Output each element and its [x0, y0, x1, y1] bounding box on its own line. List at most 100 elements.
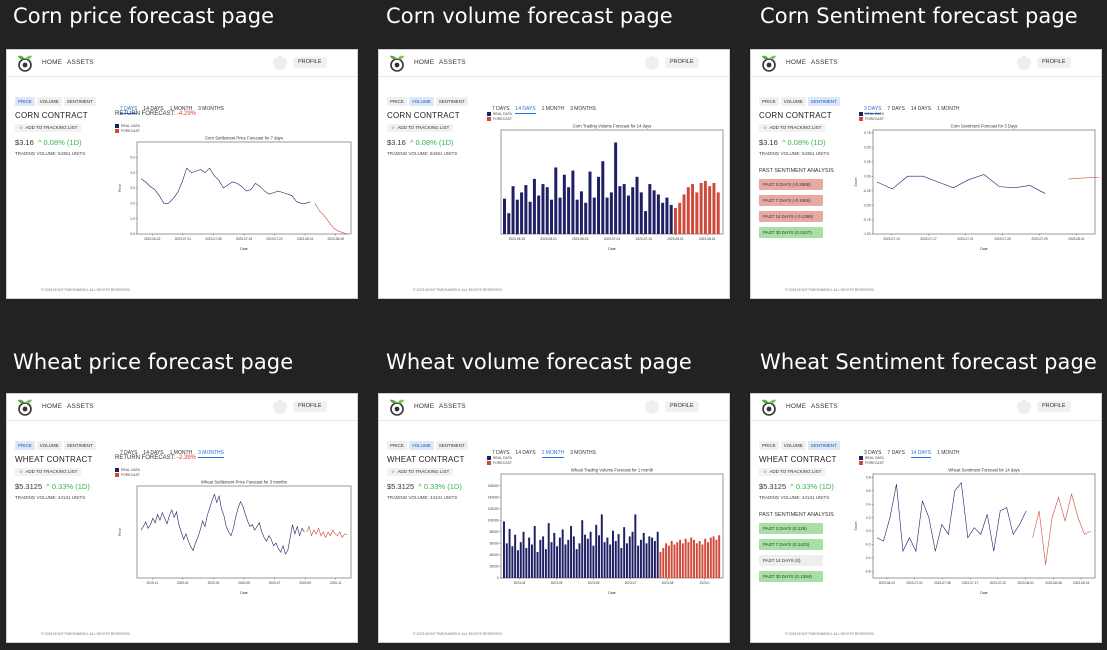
bar-real: [614, 541, 617, 578]
tab-sentiment[interactable]: SENTIMENT: [63, 97, 96, 106]
tab-volume[interactable]: VOLUME: [36, 97, 62, 106]
tab-price[interactable]: PRICE: [387, 97, 407, 106]
tab-sentiment[interactable]: SENTIMENT: [63, 441, 96, 450]
period-tabs: 7 DAYS 14 DAYS 1 MONTH 3 MONTHS: [120, 97, 230, 114]
x-tick-label: 2023-07-22: [266, 237, 283, 241]
add-to-tracking-button[interactable]: ☆ ADD TO TRACKING LIST: [759, 468, 826, 476]
sentiment-chip[interactable]: PAST 7 DAYS (-0.1965): [759, 195, 823, 206]
tab-sentiment[interactable]: SENTIMENT: [435, 441, 468, 450]
tab-volume[interactable]: VOLUME: [36, 441, 62, 450]
avatar[interactable]: [645, 56, 659, 70]
screenshot-wheat-price: HOME ASSETS PROFILE PRICE VOLUME SENTIMENT…: [6, 393, 358, 643]
sprout-logo-icon[interactable]: [15, 397, 35, 417]
footer-copyright: © 2023 MONT PARONMESHI. ALL RIGHTS RESER…: [785, 288, 875, 292]
period-tab-1[interactable]: 14 DAYS: [515, 106, 536, 114]
line-forecast: [1032, 492, 1092, 565]
sentiment-chip[interactable]: PAST 3 DAYS (-0.2988): [759, 179, 823, 190]
period-tab-3[interactable]: 1 MONTH: [937, 106, 960, 113]
avatar[interactable]: [1017, 56, 1031, 70]
nav-assets-link[interactable]: ASSETS: [811, 403, 838, 410]
nav-assets-link[interactable]: ASSETS: [439, 59, 466, 66]
period-tab-2[interactable]: 1 MONTH: [541, 450, 565, 458]
chart-legend: REAL DATA FORECAST: [115, 124, 140, 134]
add-to-tracking-button[interactable]: ☆ ADD TO TRACKING LIST: [387, 124, 454, 132]
add-to-tracking-button[interactable]: ☆ ADD TO TRACKING LIST: [387, 468, 454, 476]
profile-button[interactable]: PROFILE: [665, 401, 699, 412]
period-tab-3[interactable]: 3 MONTHS: [570, 106, 596, 113]
nav-home-link[interactable]: HOME: [786, 403, 806, 410]
tab-price[interactable]: PRICE: [759, 441, 779, 450]
x-tick-label: 2020-01: [177, 581, 189, 585]
avatar[interactable]: [273, 400, 287, 414]
sprout-logo-icon[interactable]: [759, 53, 779, 73]
x-tick-label: 2023-07-15: [236, 237, 253, 241]
period-tab-2[interactable]: 14 DAYS: [911, 106, 931, 113]
tab-price[interactable]: PRICE: [759, 97, 779, 106]
profile-button[interactable]: PROFILE: [665, 57, 699, 68]
nav-home-link[interactable]: HOME: [414, 59, 434, 66]
period-tab-3[interactable]: 3 MONTHS: [198, 106, 224, 113]
nav-assets-link[interactable]: ASSETS: [439, 403, 466, 410]
period-tab-1[interactable]: 7 DAYS: [887, 106, 904, 113]
avatar[interactable]: [1017, 400, 1031, 414]
tab-price[interactable]: PRICE: [15, 441, 35, 450]
tab-sentiment[interactable]: SENTIMENT: [807, 97, 840, 106]
nav-home-link[interactable]: HOME: [414, 403, 434, 410]
bar-forecast: [712, 536, 715, 578]
sentiment-chip[interactable]: PAST 7 DAYS (0.1423): [759, 539, 823, 550]
period-tab-3[interactable]: 1 MONTH: [937, 450, 960, 457]
period-tab-3[interactable]: 3 MONTHS: [570, 450, 596, 457]
sprout-logo-icon[interactable]: [15, 53, 35, 73]
trading-volume: TRADING VOLUME: 44131 UNITS: [759, 495, 830, 500]
profile-button[interactable]: PROFILE: [293, 401, 327, 412]
tab-price[interactable]: PRICE: [15, 97, 35, 106]
add-to-tracking-button[interactable]: ☆ ADD TO TRACKING LIST: [15, 124, 82, 132]
profile-button[interactable]: PROFILE: [1037, 401, 1071, 412]
nav-home-link[interactable]: HOME: [42, 59, 62, 66]
bar-real: [567, 539, 570, 578]
sentiment-chip[interactable]: PAST 30 DAYS (0.1394): [759, 571, 823, 582]
bar-real: [536, 552, 539, 578]
period-tab-1[interactable]: 14 DAYS: [515, 450, 535, 457]
sentiment-chip[interactable]: PAST 3 DAYS (0.129): [759, 523, 823, 534]
profile-button[interactable]: PROFILE: [293, 57, 327, 68]
sprout-logo-icon[interactable]: [387, 53, 407, 73]
nav-assets-link[interactable]: ASSETS: [67, 59, 94, 66]
tab-sentiment[interactable]: SENTIMENT: [807, 441, 840, 450]
tab-price[interactable]: PRICE: [387, 441, 407, 450]
nav-home-link[interactable]: HOME: [42, 403, 62, 410]
period-tab-2[interactable]: 14 DAYS: [910, 450, 932, 458]
add-to-tracking-button[interactable]: ☆ ADD TO TRACKING LIST: [759, 124, 826, 132]
tab-volume[interactable]: VOLUME: [408, 441, 434, 450]
bar-real: [533, 526, 536, 578]
bar-real: [665, 197, 669, 234]
sentiment-chip[interactable]: PAST 14 DAYS (-0.1386): [759, 211, 823, 222]
profile-button[interactable]: PROFILE: [1037, 57, 1071, 68]
nav-assets-link[interactable]: ASSETS: [67, 403, 94, 410]
chart-svg: Wheat Trading Volume Forecast for 1 mont…: [488, 468, 724, 595]
avatar[interactable]: [273, 56, 287, 70]
price-change: ^ 0.08% (1D): [37, 138, 82, 147]
avatar[interactable]: [645, 400, 659, 414]
sentiment-chip[interactable]: PAST 14 DAYS (0): [759, 555, 823, 566]
y-axis-label: Price: [118, 184, 122, 192]
period-tab-3[interactable]: 3 MONTHS: [198, 450, 224, 458]
bar-forecast: [676, 542, 679, 578]
nav-home-link[interactable]: HOME: [786, 59, 806, 66]
current-price: $3.16: [759, 138, 778, 147]
sprout-logo-icon[interactable]: [759, 397, 779, 417]
asset-tabs: PRICE VOLUME SENTIMENT: [387, 434, 470, 450]
sprout-logo-icon[interactable]: [387, 397, 407, 417]
tab-volume[interactable]: VOLUME: [780, 441, 806, 450]
screenshot-corn-sentiment: HOME ASSETS PROFILE PRICE VOLUME SENTIMENT…: [750, 49, 1102, 299]
nav-assets-link[interactable]: ASSETS: [811, 59, 838, 66]
bar-forecast: [698, 541, 701, 578]
tab-sentiment[interactable]: SENTIMENT: [435, 97, 468, 106]
x-tick-label: 2023-07-21: [957, 237, 974, 241]
period-tab-2[interactable]: 1 MONTH: [542, 106, 565, 113]
sentiment-chip[interactable]: PAST 30 DAYS (0.0107): [759, 227, 823, 238]
period-tab-1[interactable]: 7 DAYS: [887, 450, 904, 457]
tab-volume[interactable]: VOLUME: [408, 97, 434, 106]
tab-volume[interactable]: VOLUME: [780, 97, 806, 106]
add-to-tracking-button[interactable]: ☆ ADD TO TRACKING LIST: [15, 468, 82, 476]
